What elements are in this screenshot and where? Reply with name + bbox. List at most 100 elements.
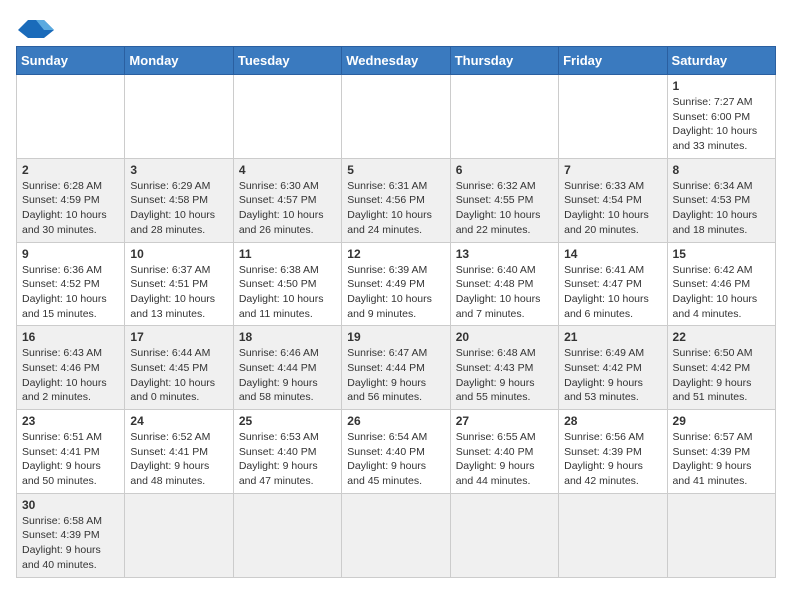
day-number: 13 — [456, 247, 553, 261]
calendar-cell: 28 Sunrise: 6:56 AM Sunset: 4:39 PM Dayli… — [559, 410, 667, 494]
day-number: 3 — [130, 163, 227, 177]
day-number: 19 — [347, 330, 444, 344]
calendar-header-row: SundayMondayTuesdayWednesdayThursdayFrid… — [17, 47, 776, 75]
calendar-cell: 29 Sunrise: 6:57 AM Sunset: 4:39 PM Dayli… — [667, 410, 775, 494]
day-info: Sunrise: 6:47 AM Sunset: 4:44 PM Dayligh… — [347, 346, 444, 405]
calendar-cell — [125, 75, 233, 159]
day-number: 29 — [673, 414, 770, 428]
day-info: Sunrise: 6:36 AM Sunset: 4:52 PM Dayligh… — [22, 263, 119, 322]
calendar-cell: 5 Sunrise: 6:31 AM Sunset: 4:56 PM Daylig… — [342, 158, 450, 242]
day-number: 18 — [239, 330, 336, 344]
day-info: Sunrise: 6:33 AM Sunset: 4:54 PM Dayligh… — [564, 179, 661, 238]
calendar-cell — [450, 75, 558, 159]
day-info: Sunrise: 6:52 AM Sunset: 4:41 PM Dayligh… — [130, 430, 227, 489]
day-info: Sunrise: 6:38 AM Sunset: 4:50 PM Dayligh… — [239, 263, 336, 322]
day-info: Sunrise: 6:48 AM Sunset: 4:43 PM Dayligh… — [456, 346, 553, 405]
calendar-weekday-wednesday: Wednesday — [342, 47, 450, 75]
calendar-weekday-tuesday: Tuesday — [233, 47, 341, 75]
day-number: 28 — [564, 414, 661, 428]
day-info: Sunrise: 6:43 AM Sunset: 4:46 PM Dayligh… — [22, 346, 119, 405]
day-number: 21 — [564, 330, 661, 344]
calendar-cell: 27 Sunrise: 6:55 AM Sunset: 4:40 PM Dayli… — [450, 410, 558, 494]
day-number: 10 — [130, 247, 227, 261]
calendar-cell: 30Sunrise: 6:58 AM Sunset: 4:39 PM Dayli… — [17, 493, 125, 577]
page-header — [16, 16, 776, 38]
day-info: Sunrise: 7:27 AM Sunset: 6:00 PM Dayligh… — [673, 95, 770, 154]
calendar-week-row: 2Sunrise: 6:28 AM Sunset: 4:59 PM Daylig… — [17, 158, 776, 242]
day-info: Sunrise: 6:32 AM Sunset: 4:55 PM Dayligh… — [456, 179, 553, 238]
day-number: 26 — [347, 414, 444, 428]
day-number: 25 — [239, 414, 336, 428]
calendar-cell: 16 Sunrise: 6:43 AM Sunset: 4:46 PM Dayli… — [17, 326, 125, 410]
day-number: 5 — [347, 163, 444, 177]
calendar-cell: 1 Sunrise: 7:27 AM Sunset: 6:00 PM Daylig… — [667, 75, 775, 159]
day-info: Sunrise: 6:58 AM Sunset: 4:39 PM Dayligh… — [22, 514, 119, 573]
day-info: Sunrise: 6:55 AM Sunset: 4:40 PM Dayligh… — [456, 430, 553, 489]
calendar-cell: 22Sunrise: 6:50 AM Sunset: 4:42 PM Dayli… — [667, 326, 775, 410]
logo — [16, 16, 54, 38]
day-number: 11 — [239, 247, 336, 261]
calendar-cell: 8 Sunrise: 6:34 AM Sunset: 4:53 PM Daylig… — [667, 158, 775, 242]
calendar-cell — [342, 493, 450, 577]
calendar-week-row: 1 Sunrise: 7:27 AM Sunset: 6:00 PM Daylig… — [17, 75, 776, 159]
calendar-weekday-sunday: Sunday — [17, 47, 125, 75]
day-info: Sunrise: 6:31 AM Sunset: 4:56 PM Dayligh… — [347, 179, 444, 238]
day-info: Sunrise: 6:44 AM Sunset: 4:45 PM Dayligh… — [130, 346, 227, 405]
day-info: Sunrise: 6:57 AM Sunset: 4:39 PM Dayligh… — [673, 430, 770, 489]
day-number: 9 — [22, 247, 119, 261]
day-info: Sunrise: 6:54 AM Sunset: 4:40 PM Dayligh… — [347, 430, 444, 489]
day-info: Sunrise: 6:40 AM Sunset: 4:48 PM Dayligh… — [456, 263, 553, 322]
day-info: Sunrise: 6:39 AM Sunset: 4:49 PM Dayligh… — [347, 263, 444, 322]
calendar-cell — [450, 493, 558, 577]
calendar-cell: 9 Sunrise: 6:36 AM Sunset: 4:52 PM Daylig… — [17, 242, 125, 326]
day-number: 4 — [239, 163, 336, 177]
calendar-cell: 3 Sunrise: 6:29 AM Sunset: 4:58 PM Daylig… — [125, 158, 233, 242]
calendar-cell — [17, 75, 125, 159]
calendar-cell: 11 Sunrise: 6:38 AM Sunset: 4:50 PM Dayli… — [233, 242, 341, 326]
day-info: Sunrise: 6:30 AM Sunset: 4:57 PM Dayligh… — [239, 179, 336, 238]
calendar-cell: 23Sunrise: 6:51 AM Sunset: 4:41 PM Dayli… — [17, 410, 125, 494]
calendar-cell: 20Sunrise: 6:48 AM Sunset: 4:43 PM Dayli… — [450, 326, 558, 410]
day-number: 22 — [673, 330, 770, 344]
calendar-cell — [342, 75, 450, 159]
day-number: 27 — [456, 414, 553, 428]
day-number: 6 — [456, 163, 553, 177]
day-info: Sunrise: 6:53 AM Sunset: 4:40 PM Dayligh… — [239, 430, 336, 489]
day-number: 16 — [22, 330, 119, 344]
calendar-cell: 6 Sunrise: 6:32 AM Sunset: 4:55 PM Daylig… — [450, 158, 558, 242]
day-number: 15 — [673, 247, 770, 261]
calendar-cell: 24 Sunrise: 6:52 AM Sunset: 4:41 PM Dayli… — [125, 410, 233, 494]
calendar-cell — [559, 75, 667, 159]
calendar-week-row: 9 Sunrise: 6:36 AM Sunset: 4:52 PM Daylig… — [17, 242, 776, 326]
day-number: 17 — [130, 330, 227, 344]
logo-icon — [18, 16, 54, 38]
day-number: 14 — [564, 247, 661, 261]
day-info: Sunrise: 6:37 AM Sunset: 4:51 PM Dayligh… — [130, 263, 227, 322]
calendar-cell: 2Sunrise: 6:28 AM Sunset: 4:59 PM Daylig… — [17, 158, 125, 242]
calendar-weekday-friday: Friday — [559, 47, 667, 75]
calendar-week-row: 23Sunrise: 6:51 AM Sunset: 4:41 PM Dayli… — [17, 410, 776, 494]
day-number: 24 — [130, 414, 227, 428]
calendar-cell: 14Sunrise: 6:41 AM Sunset: 4:47 PM Dayli… — [559, 242, 667, 326]
calendar-cell: 15 Sunrise: 6:42 AM Sunset: 4:46 PM Dayli… — [667, 242, 775, 326]
calendar-cell: 13 Sunrise: 6:40 AM Sunset: 4:48 PM Dayli… — [450, 242, 558, 326]
day-info: Sunrise: 6:29 AM Sunset: 4:58 PM Dayligh… — [130, 179, 227, 238]
calendar-table: SundayMondayTuesdayWednesdayThursdayFrid… — [16, 46, 776, 578]
day-number: 12 — [347, 247, 444, 261]
calendar-cell: 18Sunrise: 6:46 AM Sunset: 4:44 PM Dayli… — [233, 326, 341, 410]
calendar-cell: 25 Sunrise: 6:53 AM Sunset: 4:40 PM Dayli… — [233, 410, 341, 494]
day-info: Sunrise: 6:49 AM Sunset: 4:42 PM Dayligh… — [564, 346, 661, 405]
calendar-week-row: 16 Sunrise: 6:43 AM Sunset: 4:46 PM Dayli… — [17, 326, 776, 410]
day-info: Sunrise: 6:42 AM Sunset: 4:46 PM Dayligh… — [673, 263, 770, 322]
calendar-cell: 10 Sunrise: 6:37 AM Sunset: 4:51 PM Dayli… — [125, 242, 233, 326]
calendar-week-row: 30Sunrise: 6:58 AM Sunset: 4:39 PM Dayli… — [17, 493, 776, 577]
day-number: 8 — [673, 163, 770, 177]
day-number: 23 — [22, 414, 119, 428]
day-info: Sunrise: 6:28 AM Sunset: 4:59 PM Dayligh… — [22, 179, 119, 238]
calendar-cell: 12 Sunrise: 6:39 AM Sunset: 4:49 PM Dayli… — [342, 242, 450, 326]
calendar-weekday-thursday: Thursday — [450, 47, 558, 75]
day-info: Sunrise: 6:34 AM Sunset: 4:53 PM Dayligh… — [673, 179, 770, 238]
day-number: 1 — [673, 79, 770, 93]
calendar-weekday-saturday: Saturday — [667, 47, 775, 75]
day-info: Sunrise: 6:56 AM Sunset: 4:39 PM Dayligh… — [564, 430, 661, 489]
